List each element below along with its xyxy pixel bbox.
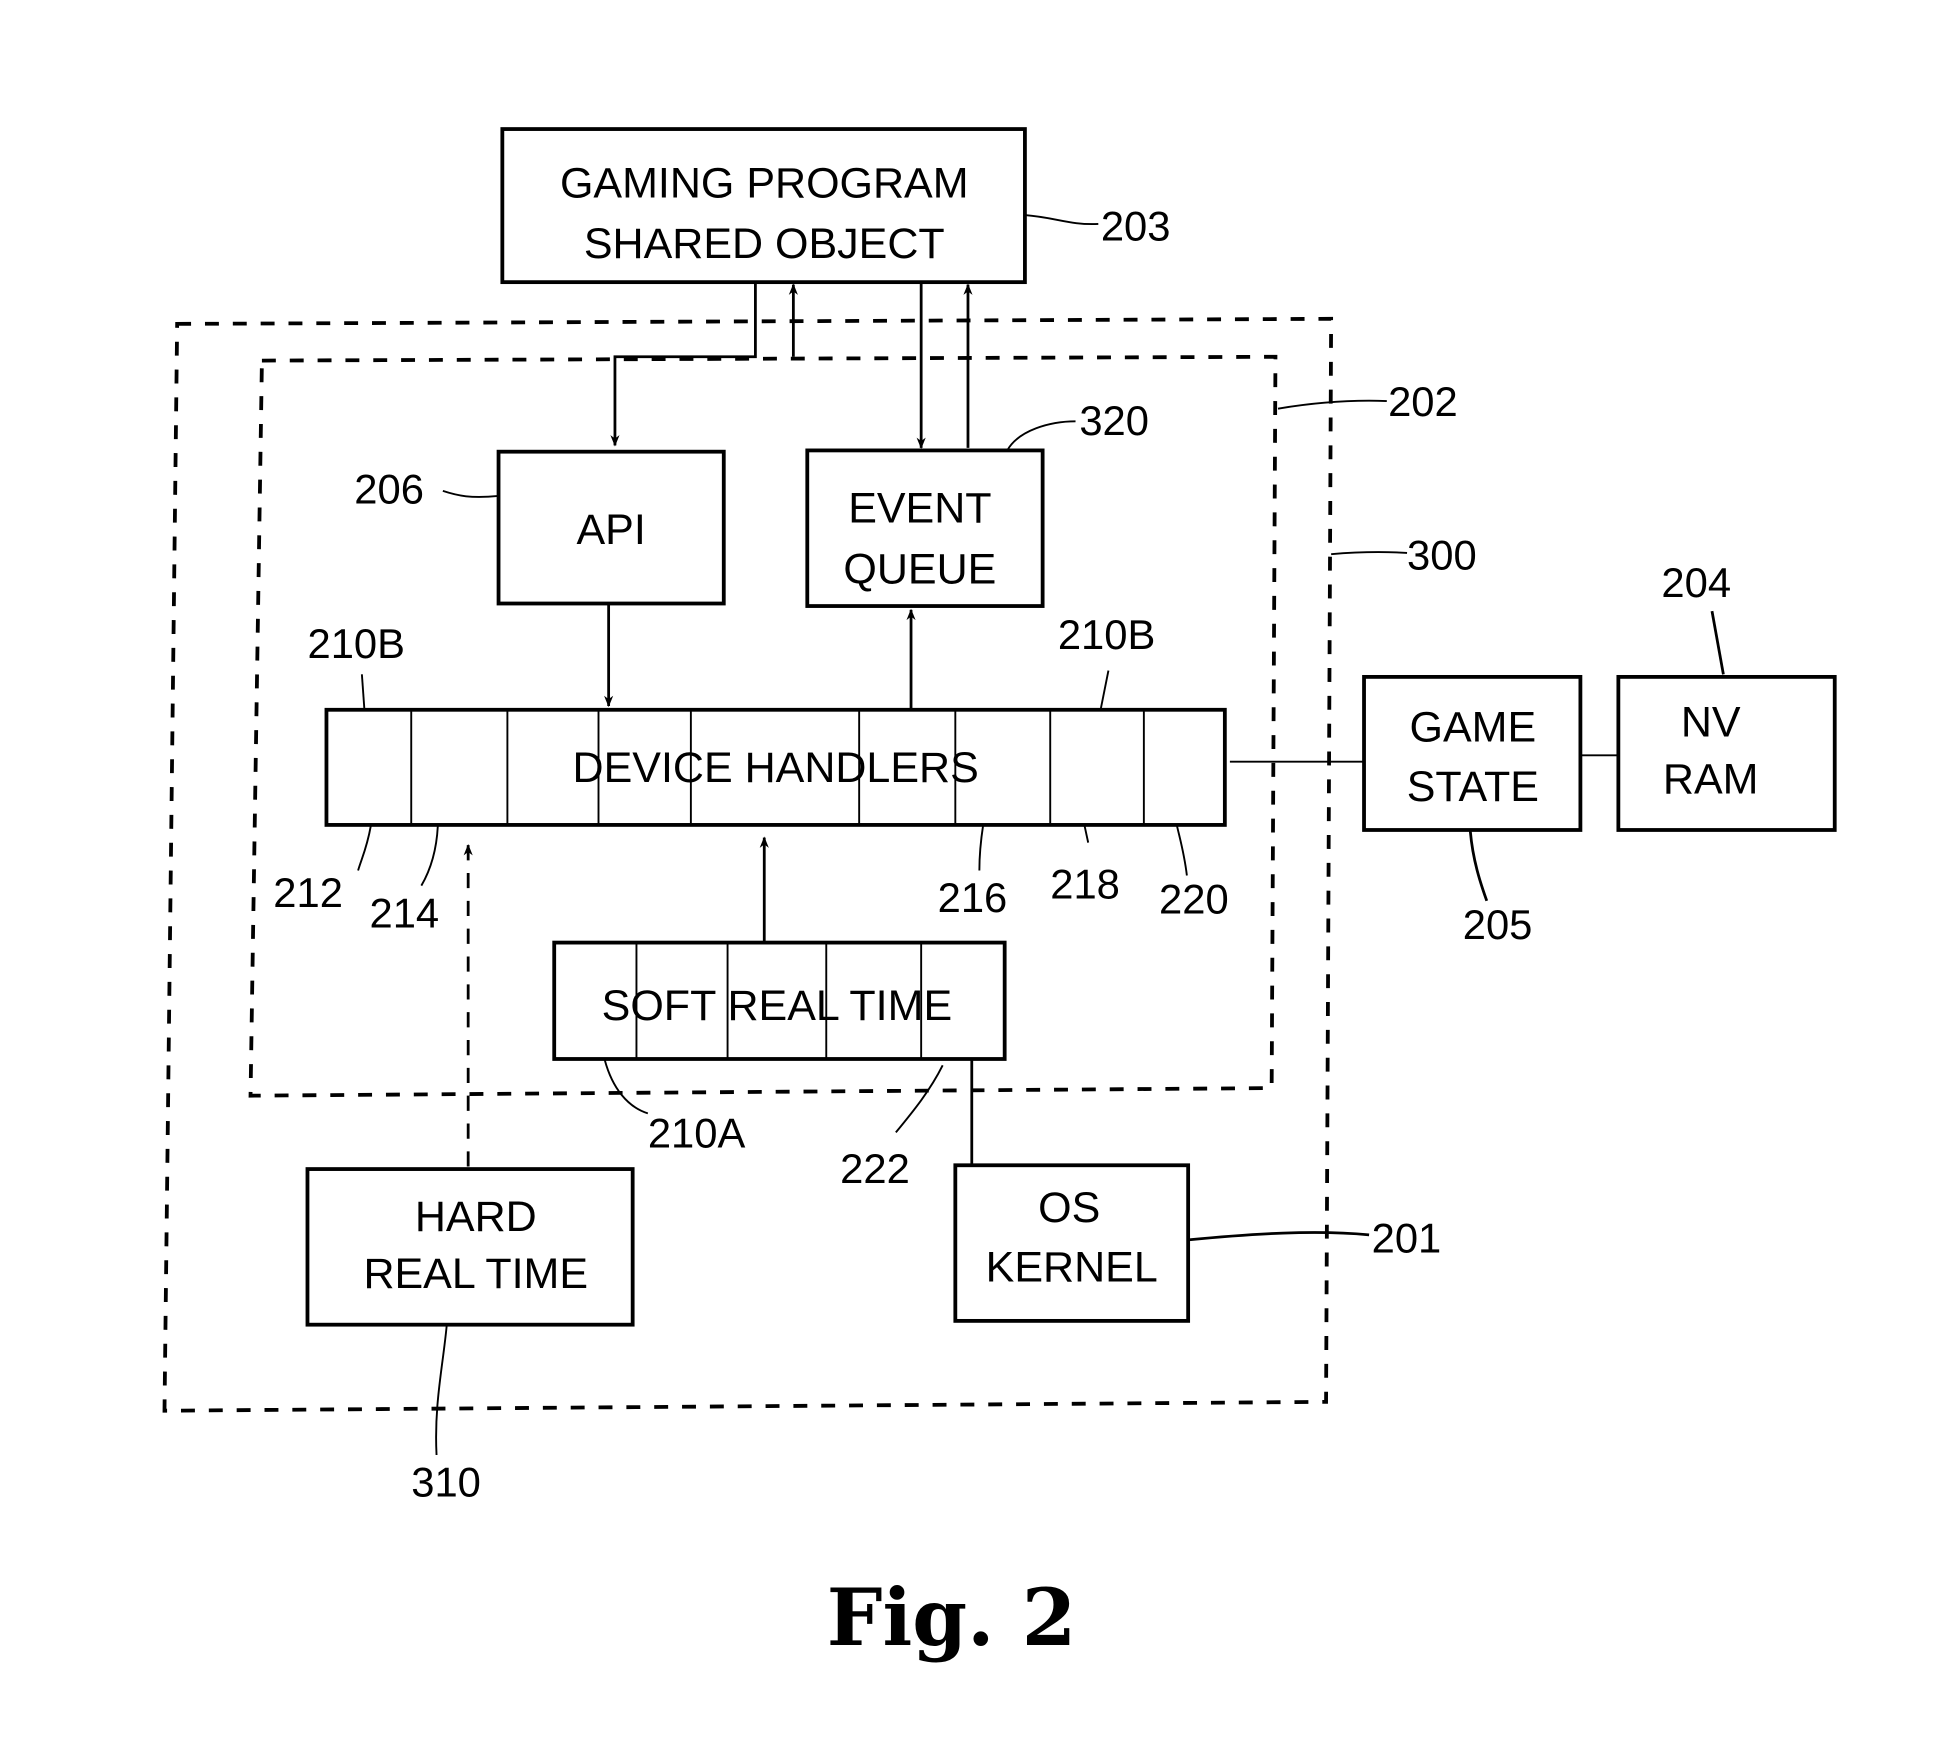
ref-300: 300 — [1407, 531, 1477, 578]
ref-210b-right: 210B — [1058, 611, 1156, 658]
api-label: API — [576, 506, 645, 554]
ref-202: 202 — [1388, 378, 1458, 425]
hard-real-time-line2: REAL TIME — [363, 1250, 588, 1298]
ref-204: 204 — [1661, 559, 1731, 606]
leader-210a — [603, 1060, 649, 1115]
ref-205: 205 — [1463, 901, 1533, 948]
game-state-line1: GAME — [1410, 703, 1537, 751]
leader-320 — [1006, 420, 1076, 451]
ref-203: 203 — [1101, 202, 1171, 249]
gaming-program-line2: SHARED OBJECT — [584, 220, 945, 268]
leader-204 — [1710, 610, 1725, 675]
leader-205 — [1468, 831, 1489, 902]
leader-206 — [442, 490, 499, 498]
hard-real-time-line1: HARD — [415, 1193, 537, 1241]
leader-216 — [978, 824, 985, 871]
device-handlers-label: DEVICE HANDLERS — [573, 744, 979, 792]
leader-210b-right — [1099, 670, 1110, 709]
leader-300 — [1331, 551, 1408, 556]
patent-figure: GAMING PROGRAM SHARED OBJECT 203 API 206… — [0, 0, 1960, 1746]
leader-222 — [895, 1064, 944, 1133]
ref-320: 320 — [1079, 397, 1149, 444]
ref-216: 216 — [938, 874, 1008, 921]
os-kernel-line1: OS — [1038, 1184, 1100, 1232]
ref-212: 212 — [273, 869, 343, 916]
ref-222: 222 — [840, 1145, 910, 1192]
ref-210a: 210A — [648, 1110, 746, 1157]
ref-206: 206 — [354, 466, 424, 513]
figure-caption: Fig. 2 — [827, 1572, 1077, 1664]
leader-220 — [1175, 824, 1188, 876]
leader-214 — [420, 826, 439, 887]
event-queue-line1: EVENT — [848, 485, 991, 533]
leader-210b-left — [360, 674, 366, 710]
ref-201: 201 — [1372, 1215, 1442, 1262]
nv-ram-line2: RAM — [1663, 755, 1759, 803]
leader-218 — [1083, 824, 1090, 843]
os-kernel-line2: KERNEL — [986, 1244, 1158, 1292]
leader-203 — [1024, 214, 1099, 226]
ref-218: 218 — [1050, 860, 1120, 907]
gaming-program-line1: GAMING PROGRAM — [560, 159, 969, 207]
block-diagram: GAMING PROGRAM SHARED OBJECT 203 API 206… — [162, 127, 1837, 1664]
soft-real-time-label: SOFT REAL TIME — [602, 982, 952, 1030]
ref-310: 310 — [411, 1459, 481, 1506]
leader-212 — [357, 826, 372, 871]
game-state-line2: STATE — [1407, 763, 1539, 811]
event-queue-line2: QUEUE — [843, 545, 996, 593]
leader-310 — [435, 1325, 448, 1456]
nv-ram-line1: NV — [1681, 698, 1741, 746]
ref-214: 214 — [369, 889, 439, 936]
leader-202 — [1277, 399, 1387, 410]
ref-210b-left: 210B — [307, 620, 405, 667]
arrow-gaming-to-api — [610, 282, 757, 447]
ref-220: 220 — [1159, 875, 1229, 922]
leader-201 — [1188, 1231, 1370, 1242]
